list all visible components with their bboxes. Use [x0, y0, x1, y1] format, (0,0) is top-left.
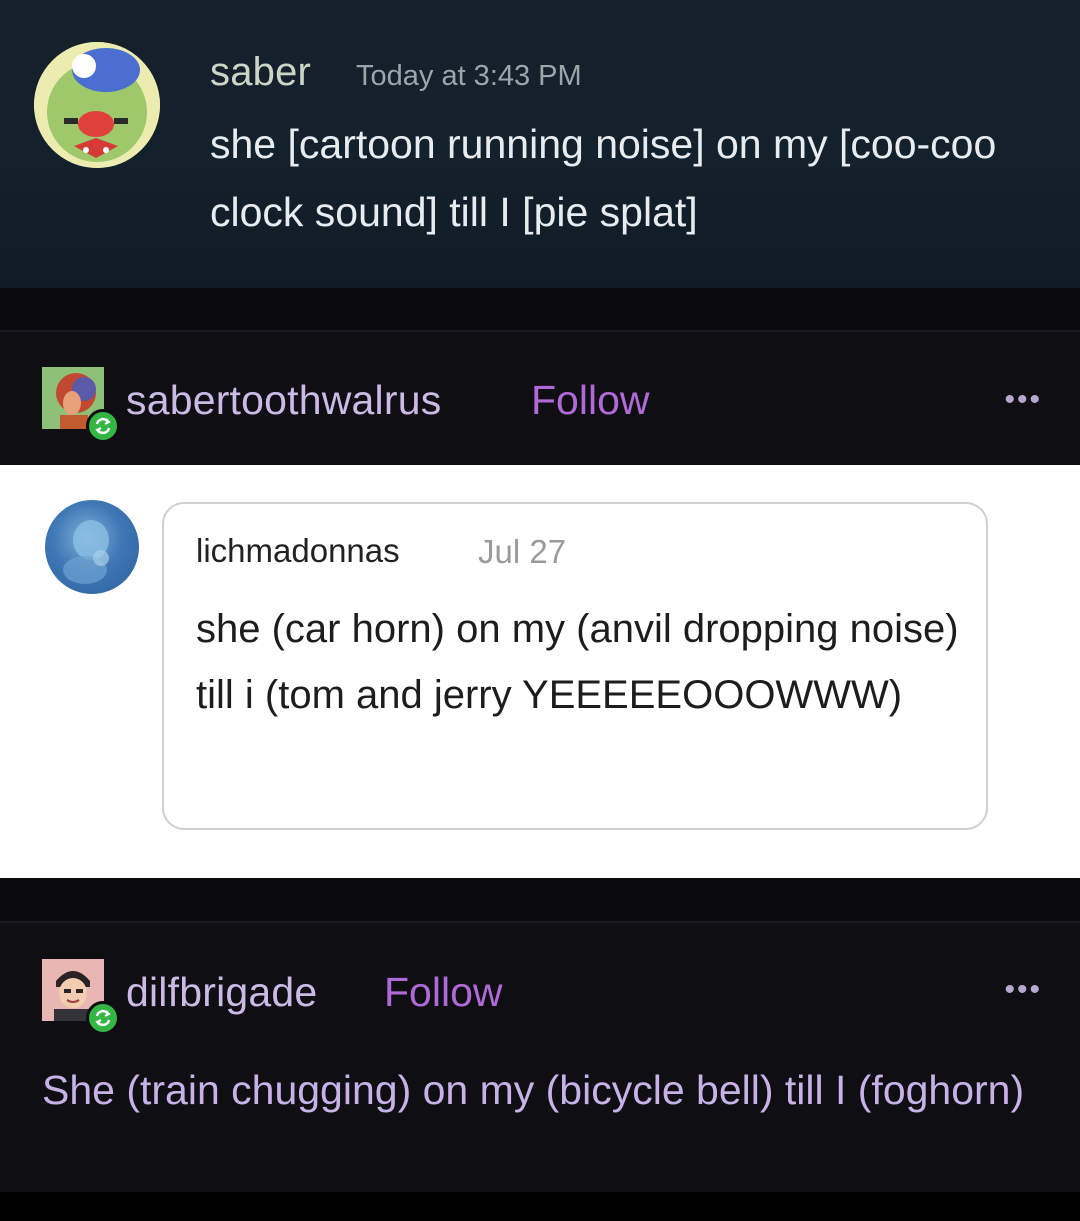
avatar-image — [63, 520, 109, 584]
more-options-icon[interactable]: ••• — [1004, 973, 1042, 1007]
discord-timestamp: Today at 3:43 PM — [356, 60, 582, 92]
bottom-edge — [0, 1192, 1080, 1221]
divider-line — [0, 330, 1080, 332]
saber-avatar[interactable] — [34, 42, 160, 168]
discord-message-text: she [cartoon running noise] on my [coo-c… — [210, 121, 997, 235]
follow-button[interactable]: Follow — [531, 377, 649, 424]
lichmadonnas-avatar[interactable] — [45, 500, 139, 594]
reblog-username[interactable]: dilfbrigade — [126, 969, 317, 1016]
discord-username[interactable]: saber — [210, 50, 311, 95]
quoted-post-text: she (car horn) on my (anvil dropping noi… — [196, 607, 959, 717]
dilfbrigade-avatar[interactable] — [42, 959, 120, 1035]
quoted-date: Jul 27 — [478, 533, 567, 570]
divider — [0, 288, 1080, 332]
reblog-header-sabertoothwalrus: sabertoothwalrus Follow ••• — [0, 333, 1080, 463]
reblog-username[interactable]: sabertoothwalrus — [126, 377, 441, 424]
reblog-icon — [86, 409, 120, 443]
follow-button[interactable]: Follow — [384, 969, 502, 1016]
divider — [0, 878, 1080, 922]
reblog-text: She (train chugging) on my (bicycle bell… — [42, 1067, 1025, 1113]
more-options-icon[interactable]: ••• — [1004, 383, 1042, 417]
reblog-icon — [86, 1001, 120, 1035]
quoted-username[interactable]: lichmadonnas — [196, 532, 400, 570]
avatar-image — [34, 42, 160, 168]
sabertoothwalrus-avatar[interactable] — [42, 367, 120, 443]
discord-message: saber Today at 3:43 PM she [cartoon runn… — [0, 0, 1080, 288]
